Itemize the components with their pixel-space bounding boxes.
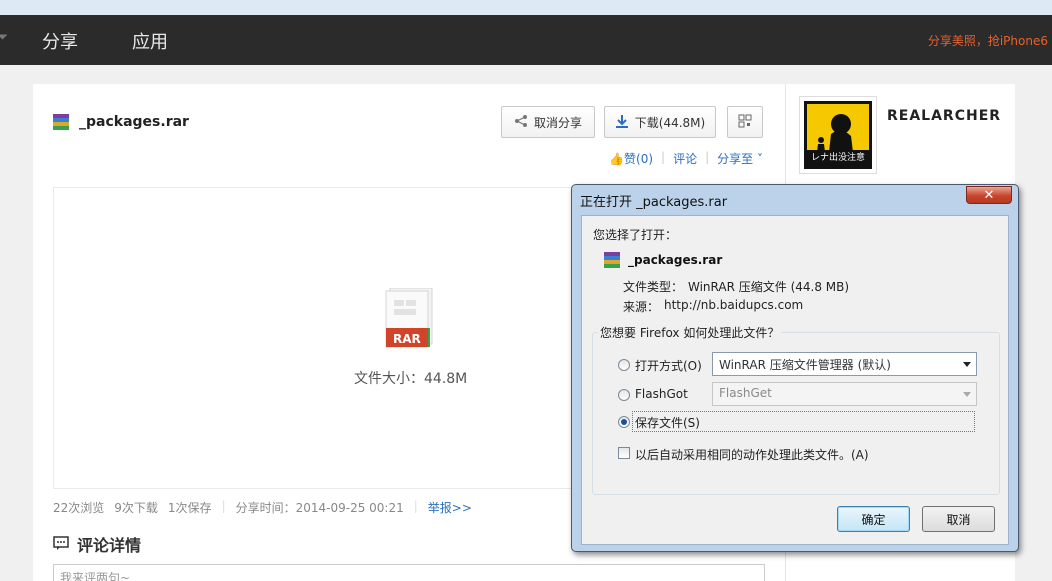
download-label: 下载(44.8M) — [634, 115, 706, 130]
flashgot-radio[interactable] — [618, 389, 630, 401]
thumbs-up-icon: 👍 — [609, 152, 625, 166]
flashgot-label[interactable]: FlashGot — [635, 387, 688, 401]
comment-bubble-icon — [53, 535, 69, 554]
file-stats: 22次浏览 9次下载 1次保存 | 分享时间：2014-09-25 00:21 … — [53, 499, 472, 516]
handling-question: 您想要 Firefox 如何处理此文件？ — [598, 324, 782, 341]
cancel-share-label: 取消分享 — [533, 115, 582, 130]
cancel-button[interactable]: 取消 — [922, 506, 995, 532]
share-time: 分享时间：2014-09-25 00:21 — [235, 501, 404, 515]
source-value: http://nb.baidupcs.com — [664, 298, 804, 312]
file-type-value: WinRAR 压缩文件 (44.8 MB) — [688, 280, 850, 294]
comment-input[interactable]: 我来评两句~ — [53, 564, 765, 581]
save-file-radio[interactable] — [618, 416, 630, 428]
close-icon[interactable]: ✕ — [966, 186, 1012, 204]
dialog-title: 正在打开 _packages.rar — [580, 195, 728, 210]
nav-item-share[interactable]: 分享 — [42, 28, 78, 54]
qrcode-icon — [738, 114, 752, 131]
open-with-select[interactable]: WinRAR 压缩文件管理器 (默认) — [712, 352, 977, 376]
dialog-file-row: _packages.rar — [604, 252, 722, 268]
chevron-down-icon: ˅ — [753, 152, 763, 166]
nav-dropdown-icon[interactable] — [0, 34, 8, 40]
share-icon — [514, 114, 528, 131]
file-title: _packages.rar — [53, 114, 189, 130]
dialog-body: 您选择了打开： _packages.rar 文件类型： WinRAR 压缩文件 … — [581, 215, 1009, 545]
download-button[interactable]: 下载(44.8M) — [604, 106, 716, 138]
source-label: 来源： — [623, 300, 660, 314]
action-links: 👍赞(0) | 评论 | 分享至 ˅ — [609, 150, 763, 167]
report-link[interactable]: 举报>> — [428, 499, 472, 516]
comments-heading: 评论详情 — [53, 532, 141, 556]
username[interactable]: REALARCHER — [887, 108, 1001, 124]
share-to-link[interactable]: 分享至 ˅ — [717, 150, 763, 167]
save-file-label[interactable]: 保存文件(S) — [635, 414, 700, 431]
ok-button[interactable]: 确定 — [837, 506, 910, 532]
promo-link[interactable]: 分享美照，抢iPhone6 — [928, 32, 1048, 49]
rar-badge-label: RAR — [393, 332, 421, 346]
nav-item-apps[interactable]: 应用 — [132, 28, 168, 54]
comment-link[interactable]: 评论 — [673, 150, 697, 167]
dialog-filename: _packages.rar — [628, 253, 723, 267]
chose-label: 您选择了打开： — [593, 228, 678, 242]
view-count: 22次浏览 — [53, 501, 105, 515]
file-name: _packages.rar — [79, 114, 189, 130]
file-size: 文件大小：44.8M — [354, 371, 468, 387]
avatar-caption: レナ出没注意 — [807, 150, 869, 166]
avatar[interactable]: レナ出没注意 — [799, 96, 877, 174]
open-file-dialog: 正在打开 _packages.rar ✕ 您选择了打开： _packages.r… — [571, 184, 1019, 552]
download-icon — [615, 114, 629, 131]
dropdown-arrow-icon — [963, 362, 971, 367]
dropdown-arrow-icon — [963, 392, 971, 397]
open-with-label[interactable]: 打开方式(O) — [635, 357, 702, 374]
remember-checkbox[interactable] — [618, 447, 630, 459]
flashgot-select: FlashGet — [712, 382, 977, 406]
file-type-label: 文件类型： — [623, 280, 684, 294]
remember-label[interactable]: 以后自动采用相同的动作处理此类文件。(A) — [635, 446, 869, 463]
save-count: 1次保存 — [167, 501, 212, 515]
rar-document-icon: RAR — [384, 287, 433, 348]
like-link[interactable]: 👍赞(0) — [609, 150, 653, 167]
cancel-share-button[interactable]: 取消分享 — [501, 106, 595, 138]
qrcode-button[interactable] — [727, 106, 763, 138]
browser-top-strip — [0, 0, 1052, 15]
download-count: 9次下载 — [114, 501, 158, 515]
rar-file-icon — [604, 252, 620, 268]
top-navbar: 分享 应用 分享美照，抢iPhone6 — [0, 15, 1052, 65]
open-with-radio[interactable] — [618, 359, 630, 371]
rar-file-icon — [53, 114, 69, 130]
